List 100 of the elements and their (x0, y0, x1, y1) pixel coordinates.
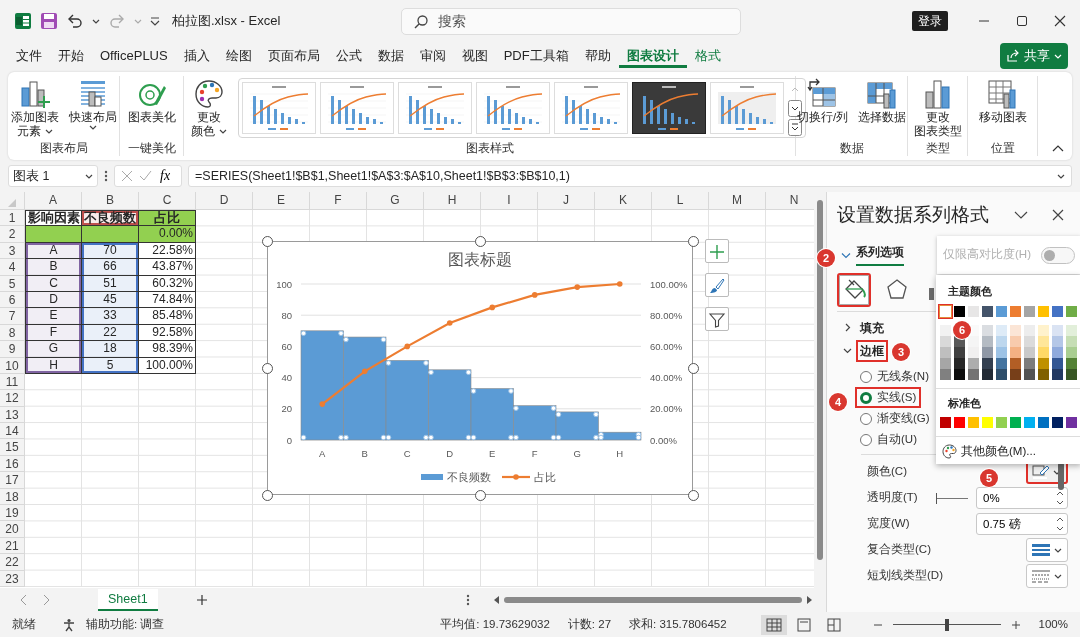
property-label: 颜色(C) (867, 464, 907, 480)
change-colors-button[interactable]: 更改 颜色 (188, 76, 230, 138)
table-cell: B (25, 259, 82, 276)
zoom-level[interactable]: 100% (1038, 615, 1068, 634)
table-cell: G (25, 341, 82, 358)
insert-function-button[interactable]: fx (158, 167, 173, 185)
table-cell: 66 (82, 259, 139, 276)
table-cell: E (25, 308, 82, 325)
radio-option[interactable]: 渐变线(G) (855, 408, 935, 429)
axis-label: 80 (281, 309, 292, 321)
table-cell: 70 (82, 242, 139, 260)
ribbon-tab[interactable]: 视图 (453, 43, 496, 69)
step-marker: 6 (953, 321, 971, 339)
ribbon-tab[interactable]: 审阅 (411, 43, 454, 69)
row-header: 7 (0, 308, 25, 325)
table-cell: D (25, 291, 82, 309)
step-marker: 4 (829, 393, 847, 411)
column-header: J (538, 192, 595, 210)
column-header: M (709, 192, 766, 210)
radio-option[interactable]: 无线条(N) (855, 366, 934, 387)
section-header[interactable]: 边框 (856, 339, 888, 362)
change-chart-type-button[interactable]: 更改 图表类型 (910, 76, 965, 138)
pane-title: 设置数据系列格式 (837, 203, 989, 227)
column-header: D (196, 192, 253, 210)
group-label: 图表布局 (38, 141, 89, 156)
column-header: K (595, 192, 652, 210)
table-cell: 45 (82, 291, 139, 309)
group-label: 图表样式 (464, 141, 515, 156)
axis-label: E (489, 448, 496, 459)
column-header: I (481, 192, 538, 210)
select-data-button[interactable]: 选择数据 (855, 76, 910, 124)
add-chart-element-button[interactable]: 添加图表 元素 (7, 76, 62, 138)
chart-area[interactable]: 图表标题 0 20 40 60 80 100 0.00% 20.00% 40.00% 60.00% 80.00% 100.00% A B C D E F G H 不良频数 占比 (267, 241, 693, 495)
move-chart-button[interactable]: 移动图表 (975, 76, 1030, 124)
axis-label: 20 (281, 403, 292, 415)
sign-in-button[interactable]: 登录 (912, 11, 948, 31)
radio-option[interactable]: 自动(U) (855, 429, 922, 450)
row-header: 2 (0, 226, 25, 243)
row-header: 22 (0, 554, 25, 571)
axis-label: G (573, 448, 581, 459)
quick-layout-button[interactable]: 快速布局 (65, 76, 120, 131)
status-text[interactable]: 辅助功能: 调查 (86, 615, 165, 634)
axis-label: 20.00% (650, 403, 683, 415)
window-title: 柏拉图.xlsx - Excel (172, 12, 281, 31)
row-header: 9 (0, 341, 25, 358)
ribbon-tab[interactable]: 图表设计 (618, 43, 687, 69)
table-cell: 占比 (139, 210, 196, 227)
axis-label: F (531, 448, 538, 459)
ribbon-tab[interactable]: 文件 (8, 43, 50, 69)
axis-label: B (361, 448, 368, 459)
row-header: 4 (0, 259, 25, 276)
group-label: 一键美化 (126, 141, 177, 156)
ribbon-tab[interactable]: PDF工具箱 (495, 43, 577, 69)
axis-label: 40 (281, 372, 292, 384)
ribbon-tab[interactable]: 页面布局 (259, 43, 328, 69)
ribbon-tab[interactable]: 插入 (175, 43, 218, 69)
radio-option[interactable]: 实线(S) (855, 387, 922, 408)
pane-tab[interactable]: 系列选项 (856, 244, 904, 266)
ribbon-tab[interactable]: 公式 (327, 43, 370, 69)
chart-title[interactable]: 图表标题 (448, 251, 512, 268)
switch-row-column-button[interactable]: 切换行/列 (793, 76, 852, 124)
axis-label: D (446, 448, 454, 459)
axis-label: A (319, 448, 326, 459)
column-header: G (367, 192, 424, 210)
sheet-tab[interactable]: Sheet1 (98, 588, 158, 612)
table-cell: 0.00% (139, 226, 196, 243)
status-text: 就绪 (12, 616, 36, 632)
section-header[interactable]: 填充 (856, 316, 888, 339)
ribbon-tab[interactable]: 格式 (686, 43, 729, 69)
ribbon-tab[interactable]: 数据 (369, 43, 412, 69)
search-field[interactable]: 搜索 (401, 7, 741, 35)
ribbon-tab[interactable]: 帮助 (576, 43, 619, 69)
axis-label: C (403, 448, 411, 459)
row-header: 15 (0, 439, 25, 456)
ribbon-tab[interactable]: 绘图 (217, 43, 260, 69)
step-marker: 2 (817, 249, 835, 267)
property-label: 短划线类型(D) (867, 568, 943, 584)
axis-label: 40.00% (650, 372, 683, 384)
column-header: C (139, 192, 196, 210)
status-text: 求和: 315.7806452 (629, 616, 727, 632)
ribbon-tab[interactable]: 开始 (50, 43, 92, 69)
number-field[interactable]: 0% (976, 487, 1068, 509)
column-header: F (310, 192, 367, 210)
number-field[interactable]: 0.75 磅 (976, 513, 1068, 535)
beautify-button[interactable]: 图表美化 (124, 76, 179, 124)
row-header: 17 (0, 472, 25, 489)
more-colors-button[interactable]: 其他颜色(M)... (940, 443, 1038, 461)
axis-label: 0.00% (650, 434, 677, 446)
column-header: E (253, 192, 310, 210)
ribbon-tab[interactable]: OfficePLUS (92, 43, 176, 69)
legend-label: 占比 (534, 471, 556, 483)
table-cell: H (25, 357, 82, 374)
status-text: 平均值: 19.73629032 (440, 616, 550, 632)
table-cell: F (25, 324, 82, 342)
share-button[interactable]: 共享 (1000, 43, 1068, 69)
column-header: H (424, 192, 481, 210)
formula-field[interactable]: =SERIES(Sheet1!$B$1,Sheet1!$A$3:$A$10,Sheet1!$B$3:$B$10,1) (188, 165, 1072, 187)
row-header: 19 (0, 505, 25, 522)
name-box[interactable]: 图表 1 (8, 165, 98, 187)
table-cell: 85.48% (139, 308, 196, 325)
